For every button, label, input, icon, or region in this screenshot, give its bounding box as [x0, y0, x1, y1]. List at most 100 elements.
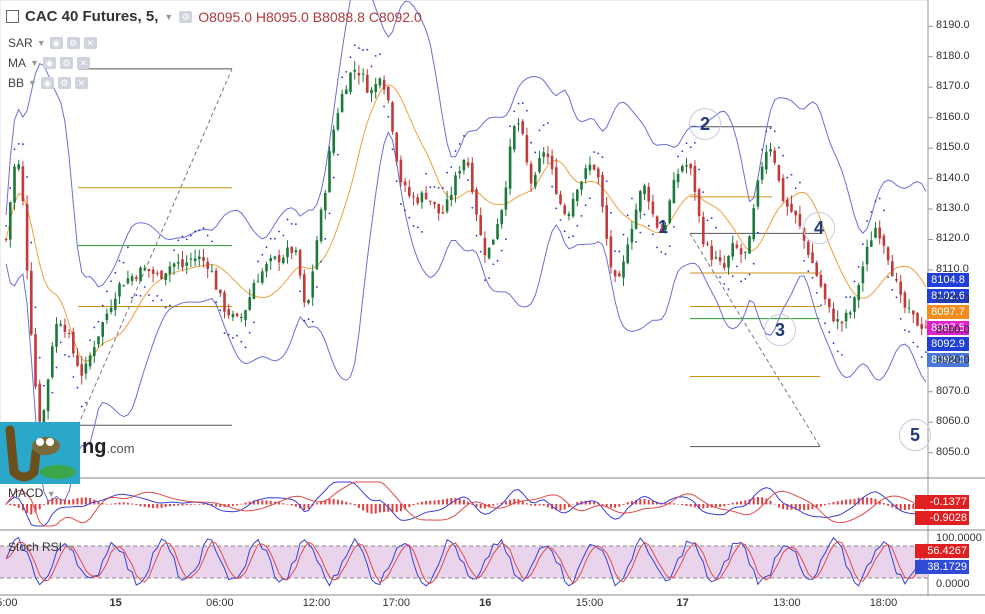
candle-body: [550, 155, 554, 170]
candle-body: [563, 205, 566, 214]
candle-body: [273, 256, 277, 259]
x-tick-label: 15:00: [575, 597, 604, 609]
sar-dot: [593, 151, 595, 153]
macd-histogram-bar: [152, 504, 155, 509]
candle-body: [828, 298, 831, 308]
sar-dot: [127, 246, 129, 249]
sar-dot: [883, 209, 885, 212]
chevron-down-icon[interactable]: ▼: [65, 543, 74, 553]
candle-body: [765, 151, 768, 170]
macd-histogram-bar: [383, 504, 386, 513]
candle-body: [256, 281, 260, 283]
close-icon[interactable]: ✕: [76, 57, 90, 69]
macd-histogram-bar: [244, 502, 247, 505]
candle-body: [193, 258, 197, 262]
macd-histogram-bar: [672, 503, 675, 505]
price-chart[interactable]: [0, 0, 985, 614]
candle-body: [487, 247, 491, 259]
candle-body: [584, 168, 587, 179]
sar-dot: [803, 259, 805, 262]
sar-dot: [311, 320, 314, 323]
candle-body: [189, 258, 193, 260]
eye-icon[interactable]: ◉: [49, 37, 63, 49]
chevron-down-icon[interactable]: ▼: [47, 489, 56, 499]
sar-dot: [538, 129, 541, 132]
candle-body: [80, 364, 83, 376]
macd-histogram-bar: [639, 499, 642, 505]
macd-histogram-bar: [777, 504, 780, 508]
sar-dot: [849, 296, 852, 299]
sar-dot: [118, 259, 121, 262]
settings-icon[interactable]: ⚙: [59, 57, 73, 69]
macd-histogram-bar: [47, 500, 50, 505]
sar-dot: [580, 215, 583, 217]
eye-icon[interactable]: ◉: [40, 77, 54, 89]
settings-icon[interactable]: ⚙: [57, 77, 71, 89]
stoch-tick-100: 100.0000: [936, 532, 982, 544]
candle-body: [622, 261, 625, 278]
menu-icon[interactable]: [6, 10, 19, 23]
candle-body: [248, 297, 251, 310]
sar-dot: [899, 317, 902, 320]
trend-dashed-line: [689, 233, 821, 447]
candle-body: [13, 166, 16, 203]
candle-body: [891, 261, 894, 277]
sar-dot: [904, 329, 906, 332]
eye-icon[interactable]: ◉: [42, 57, 56, 69]
sar-dot: [68, 355, 70, 358]
sar-dot: [202, 227, 205, 230]
sar-dot: [467, 179, 469, 182]
sar-dot: [295, 223, 297, 225]
candle-body: [454, 175, 457, 196]
candle-body: [471, 162, 474, 193]
sar-dot: [416, 226, 419, 229]
indicator-sar[interactable]: SAR ▼ ◉ ⚙ ✕: [8, 36, 97, 50]
candle-body: [265, 263, 268, 272]
candle-body: [84, 363, 88, 374]
price-label-ma: 8097.7: [927, 305, 969, 319]
chevron-down-icon[interactable]: ▼: [37, 38, 46, 48]
y-tick-label: 8140.0: [936, 171, 970, 184]
candle-body: [781, 178, 785, 202]
macd-histogram-bar: [5, 504, 8, 505]
chevron-down-icon[interactable]: ▼: [30, 58, 39, 68]
macd-histogram-bar: [437, 500, 440, 505]
candle-body: [718, 257, 722, 262]
indicator-bb[interactable]: BB ▼ ◉ ⚙ ✕: [8, 76, 88, 90]
close-icon[interactable]: ✕: [74, 77, 88, 89]
sar-dot: [122, 261, 125, 264]
sar-dot: [303, 319, 306, 322]
macd-histogram-bar: [198, 504, 201, 505]
chevron-down-icon[interactable]: ▼: [28, 78, 37, 88]
macd-histogram-bar: [374, 504, 377, 514]
close-icon[interactable]: ✕: [83, 37, 97, 49]
candle-body: [17, 164, 20, 170]
sar-dot: [471, 206, 474, 209]
macd-histogram-bar: [80, 497, 83, 505]
settings-icon[interactable]: ⚙: [179, 10, 193, 23]
sar-dot: [475, 234, 478, 237]
macd-histogram-bar: [265, 500, 268, 505]
macd-histogram-bar: [118, 502, 121, 505]
candle-body: [340, 93, 344, 112]
chevron-down-icon[interactable]: ▼: [164, 12, 173, 22]
indicator-ma[interactable]: MA ▼ ◉ ⚙ ✕: [8, 56, 90, 70]
candle-body: [786, 199, 789, 207]
sar-dot: [72, 376, 75, 378]
candle-body: [298, 249, 302, 276]
candle-body: [597, 168, 600, 178]
candle-body: [483, 238, 487, 256]
candle-body: [433, 201, 436, 205]
y-tick-label: 8190.0: [936, 19, 970, 32]
sar-dot: [433, 186, 436, 188]
candle-body: [261, 271, 264, 283]
sar-dot: [479, 250, 482, 253]
candle-body: [240, 316, 243, 318]
sar-dot: [815, 292, 818, 294]
settings-icon[interactable]: ⚙: [66, 37, 80, 49]
sar-dot: [437, 186, 440, 189]
candle-body: [920, 324, 923, 329]
macd-histogram-bar: [824, 504, 827, 506]
candle-body: [307, 300, 310, 304]
sar-dot: [5, 224, 7, 227]
